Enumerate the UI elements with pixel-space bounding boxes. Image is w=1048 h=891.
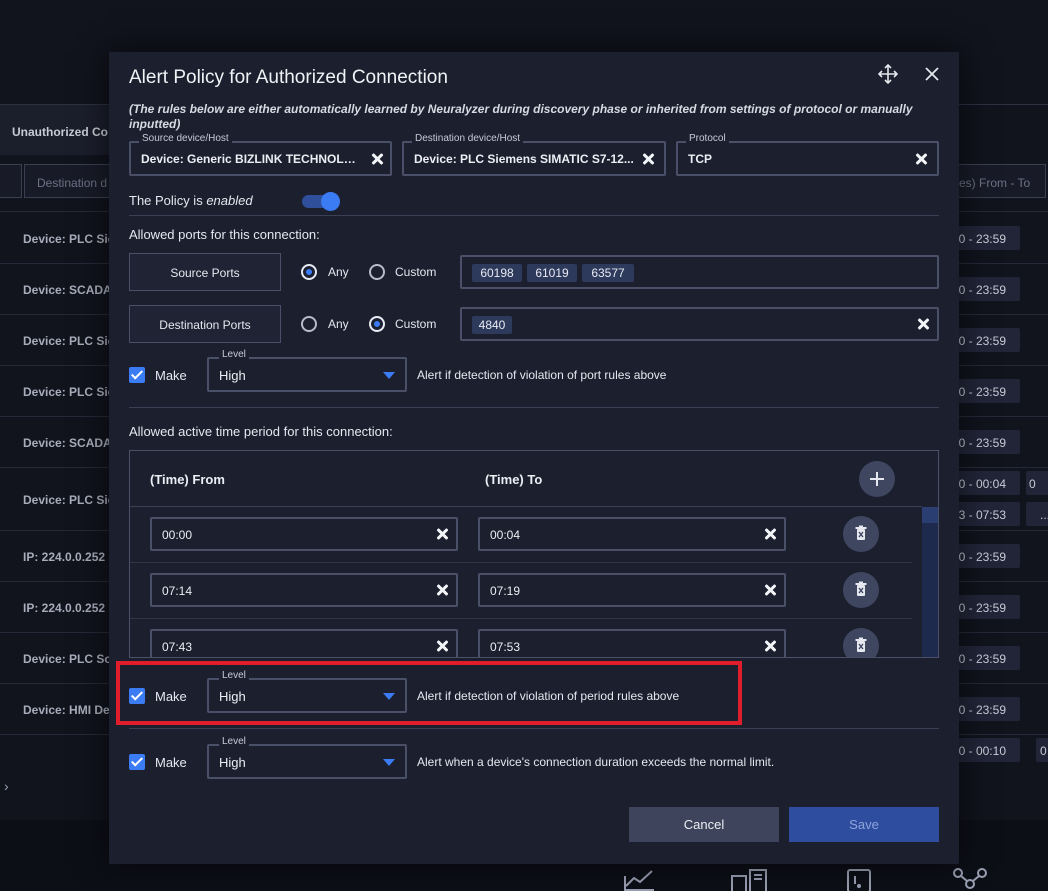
port-alert-make-label: Make — [155, 368, 187, 383]
policy-state: enabled — [206, 193, 253, 208]
close-icon[interactable] — [923, 65, 941, 83]
clear-icon[interactable] — [371, 153, 383, 165]
time-to-input[interactable]: 07:19 — [478, 573, 786, 607]
port-alert-checkbox[interactable] — [129, 367, 145, 383]
port-alert-level-select[interactable]: Level High — [207, 349, 407, 392]
trash-icon[interactable] — [843, 572, 879, 608]
divider — [129, 407, 939, 408]
clear-icon[interactable] — [915, 153, 927, 165]
chart-icon[interactable] — [622, 868, 656, 891]
duration-alert-make-label: Make — [155, 755, 187, 770]
destination-ports-button[interactable]: Destination Ports — [129, 305, 281, 343]
source-device-label: Source device/Host — [139, 133, 232, 144]
protocol-label: Protocol — [686, 133, 729, 144]
time-from-input[interactable]: 00:00 — [150, 517, 458, 551]
source-ports-any-radio[interactable] — [301, 264, 317, 280]
filter-source[interactable] — [0, 164, 22, 198]
port-chip[interactable]: 63577 — [582, 264, 634, 282]
source-ports-custom-radio[interactable] — [369, 264, 385, 280]
time-to-input[interactable]: 00:04 — [478, 517, 786, 551]
move-icon[interactable] — [878, 64, 898, 84]
clear-icon[interactable] — [436, 528, 448, 540]
port-chip[interactable]: 61019 — [527, 264, 577, 282]
time-from-header: (Time) From — [150, 472, 225, 487]
trash-icon[interactable] — [843, 516, 879, 552]
destination-device-field[interactable]: Destination device/Host Device: PLC Siem… — [402, 133, 666, 176]
policy-status: The Policy is enabled — [129, 193, 253, 208]
time-from-input[interactable]: 07:14 — [150, 573, 458, 607]
clear-icon[interactable] — [436, 640, 448, 652]
server-icon[interactable] — [730, 868, 770, 891]
cancel-button[interactable]: Cancel — [629, 807, 779, 842]
tab-label: Unauthorized Co — [12, 125, 108, 139]
scrollbar-thumb[interactable] — [922, 507, 938, 523]
level-value: High — [219, 755, 246, 770]
policy-note: (The rules below are either automaticall… — [129, 102, 913, 131]
level-value: High — [219, 368, 246, 383]
port-chip[interactable]: 4840 — [472, 316, 512, 334]
caret-down-icon — [383, 759, 395, 766]
ports-heading: Allowed ports for this connection: — [129, 227, 320, 242]
filter-destination[interactable]: Destination d — [24, 164, 114, 198]
duration-alert-checkbox[interactable] — [129, 754, 145, 770]
time-table-scrollbar[interactable] — [922, 507, 938, 657]
destination-ports-any-radio[interactable] — [301, 316, 317, 332]
divider — [129, 728, 939, 729]
time-to-header: (Time) To — [485, 472, 543, 487]
network-icon[interactable] — [952, 868, 988, 891]
destination-ports-input[interactable]: 4840 — [460, 307, 939, 341]
time-period-table: (Time) From (Time) To 00:00 00:04 07:14 … — [129, 450, 939, 658]
clear-icon[interactable] — [764, 640, 776, 652]
alert-policy-dialog: Alert Policy for Authorized Connection (… — [109, 52, 959, 864]
destination-device-value: Device: PLC Siemens SIMATIC S7-12... — [414, 152, 634, 166]
divider — [129, 215, 939, 216]
add-period-button[interactable] — [859, 461, 895, 497]
clear-icon[interactable] — [917, 318, 929, 330]
clear-icon[interactable] — [764, 528, 776, 540]
highlight-box — [116, 661, 742, 725]
protocol-value: TCP — [688, 152, 712, 166]
source-device-field[interactable]: Source device/Host Device: Generic BIZLI… — [129, 133, 392, 176]
protocol-field[interactable]: Protocol TCP — [676, 133, 939, 176]
tab-unauthorized[interactable]: Unauthorized Co — [0, 105, 120, 155]
destination-ports-custom-label: Custom — [395, 317, 437, 331]
time-to-input[interactable]: 07:53 — [478, 629, 786, 657]
filter-time[interactable]: es) From - To — [950, 164, 1046, 198]
policy-toggle[interactable] — [302, 192, 340, 211]
trash-icon[interactable] — [843, 628, 879, 658]
source-device-value: Device: Generic BIZLINK TECHNOLO... — [141, 152, 356, 166]
clear-icon[interactable] — [436, 584, 448, 596]
duration-alert-level-select[interactable]: Level High — [207, 736, 407, 779]
time-from-input[interactable]: 07:43 — [150, 629, 458, 657]
port-alert-text: Alert if detection of violation of port … — [417, 368, 667, 382]
clear-icon[interactable] — [764, 584, 776, 596]
source-ports-input[interactable]: 60198 61019 63577 — [460, 255, 939, 289]
level-label: Level — [219, 736, 249, 747]
source-ports-any-label: Any — [328, 265, 349, 279]
caret-down-icon — [383, 372, 395, 379]
chevron-right-icon[interactable]: › — [4, 778, 9, 794]
source-ports-custom-label: Custom — [395, 265, 437, 279]
destination-ports-any-label: Any — [328, 317, 349, 331]
duration-alert-text: Alert when a device's connection duratio… — [417, 755, 775, 769]
save-button[interactable]: Save — [789, 807, 939, 842]
destination-device-label: Destination device/Host — [412, 133, 524, 144]
level-label: Level — [219, 349, 249, 360]
source-ports-button[interactable]: Source Ports — [129, 253, 281, 291]
time-heading: Allowed active time period for this conn… — [129, 424, 393, 439]
device-icon[interactable] — [846, 868, 872, 891]
port-chip[interactable]: 60198 — [472, 264, 522, 282]
destination-ports-custom-radio[interactable] — [369, 316, 385, 332]
dialog-title: Alert Policy for Authorized Connection — [129, 67, 448, 88]
clear-icon[interactable] — [642, 153, 654, 165]
